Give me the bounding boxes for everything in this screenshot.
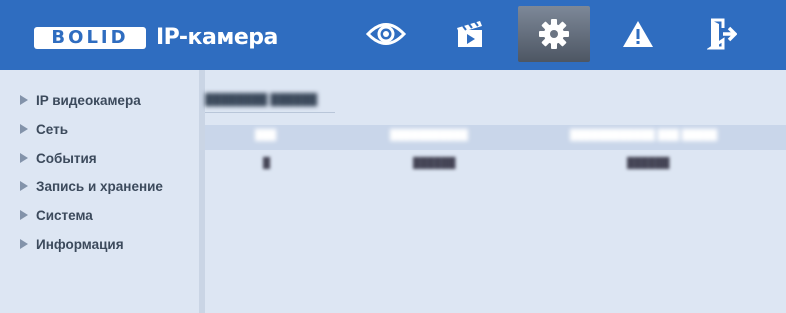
sidebar-item-system[interactable]: Система <box>8 202 201 231</box>
title-underline <box>205 112 335 113</box>
exit-icon <box>707 18 737 50</box>
sidebar-item-label: IP видеокамера <box>36 93 141 108</box>
column-header-blurred: ███████████ <box>390 130 468 141</box>
sidebar-item-label: События <box>36 150 97 166</box>
sidebar-item-label: Сеть <box>36 121 68 137</box>
sidebar-item-ip-camera[interactable]: IP видеокамера <box>8 87 201 116</box>
logout-button[interactable] <box>686 6 758 62</box>
eye-icon <box>366 23 406 45</box>
clapperboard-icon <box>457 21 482 47</box>
live-view-button[interactable] <box>350 6 422 62</box>
table-cell-blurred: ██████ <box>627 158 670 169</box>
gear-icon <box>539 19 569 49</box>
expand-triangle-icon <box>20 152 28 163</box>
expand-triangle-icon <box>20 238 28 249</box>
sidebar-item-label: Информация <box>36 236 124 252</box>
sidebar-item-information[interactable]: Информация <box>8 231 201 260</box>
settings-button[interactable] <box>518 6 590 62</box>
table-cell-blurred: ██████ <box>413 158 456 169</box>
sidebar-menu: IP видеокамера Сеть События Запись и хра… <box>8 70 201 313</box>
column-header-blurred: ███ <box>255 130 277 141</box>
alarms-button[interactable] <box>602 6 674 62</box>
product-title: IP-камера <box>156 25 278 50</box>
sidebar-item-label: Запись и хранение <box>36 179 163 195</box>
column-header-blurred: ████████████ ███ █████ <box>570 130 718 141</box>
expand-triangle-icon <box>20 123 28 134</box>
bolid-logo: BOLID <box>34 27 146 49</box>
table-cell-blurred: █ <box>263 158 271 169</box>
warning-icon <box>623 21 653 47</box>
sidebar-item-recording-storage[interactable]: Запись и хранение <box>8 173 201 202</box>
sidebar-item-network[interactable]: Сеть <box>8 116 201 145</box>
main-content: ████████ ██████ ███ ███████████ ████████… <box>205 70 786 313</box>
table-header: ███ ███████████ ████████████ ███ █████ <box>205 125 786 150</box>
expand-triangle-icon <box>20 210 28 221</box>
expand-triangle-icon <box>20 95 28 105</box>
expand-triangle-icon <box>20 181 28 192</box>
playback-button[interactable] <box>434 6 506 62</box>
page-title-blurred: ████████ ██████ <box>205 94 318 106</box>
sidebar-item-events[interactable]: События <box>8 145 201 174</box>
sidebar-item-label: Система <box>36 208 93 224</box>
top-header: BOLID IP-камера <box>0 0 786 70</box>
